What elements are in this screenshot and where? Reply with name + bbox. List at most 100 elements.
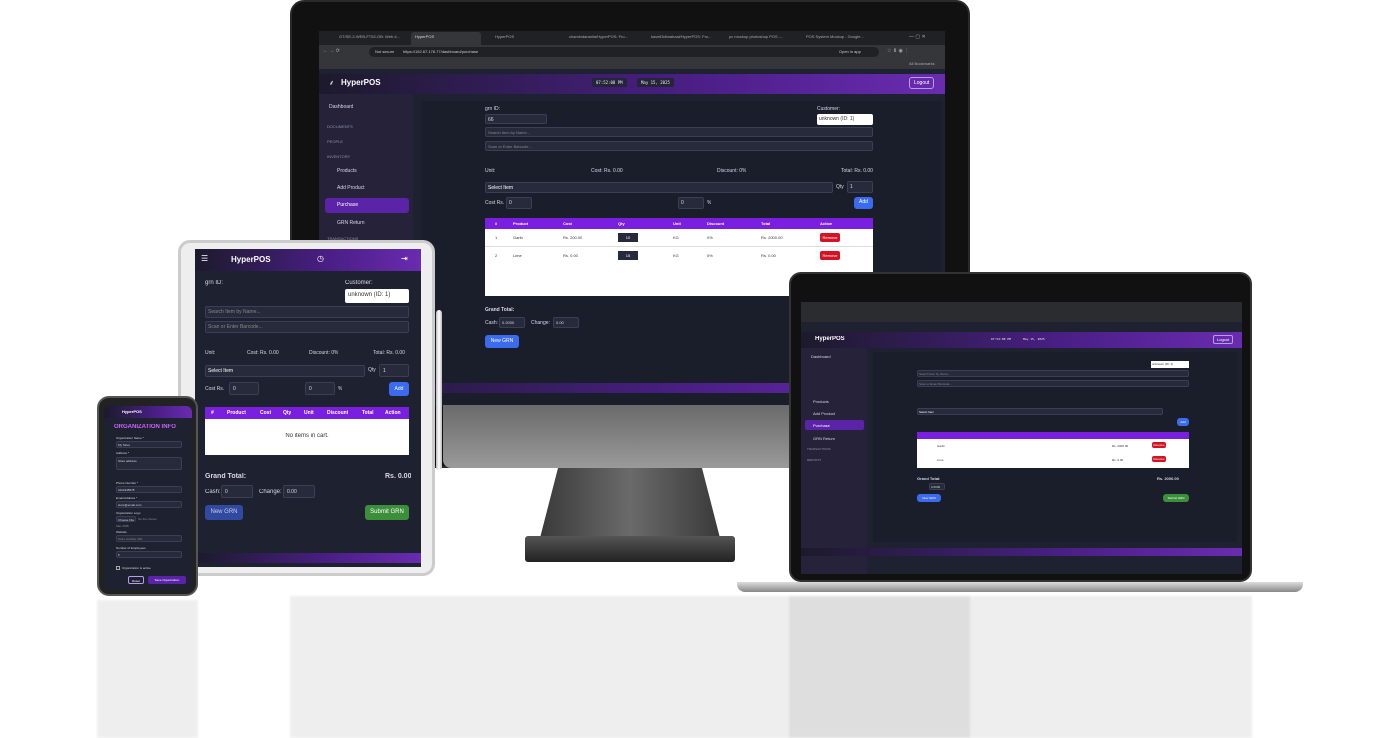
tablet-barcode-input[interactable]: Scan or Enter Barcode... <box>205 321 409 333</box>
logout-icon[interactable]: ⇥ <box>401 254 408 263</box>
grn-id-input[interactable]: 66 <box>485 114 547 124</box>
laptop-grand-total-label: Grand Total: <box>917 476 941 481</box>
laptop-sidebar-products[interactable]: Products <box>813 399 829 404</box>
tablet-submit-grn-button[interactable]: Submit GRN <box>365 505 409 520</box>
tablet-cost-rs-input[interactable]: 0 <box>229 382 259 395</box>
phone-save-button[interactable]: Save Organization <box>148 576 186 584</box>
browser-tab[interactable]: GT/SE-2-WEB-FT52-OB: Web d... <box>339 34 409 39</box>
laptop-submit-grn-button[interactable]: Submit GRN <box>1163 494 1189 502</box>
change-input[interactable]: 0.00 <box>553 317 579 328</box>
phone-employees-input[interactable]: 5 <box>116 551 182 558</box>
browser-tab[interactable]: kaveli3dimabaal/HyperPOS: Fro... <box>651 34 721 39</box>
laptop-barcode[interactable]: Scan or Enter Barcode... <box>917 380 1189 387</box>
laptop-sidebar-purchase[interactable]: Purchase <box>805 420 864 430</box>
customer-select[interactable]: unknown (ID: 1) <box>817 114 873 125</box>
phone-email-input[interactable]: store@email.com <box>116 501 182 508</box>
phone-org-name-label: Organization Name * <box>116 436 144 440</box>
browser-tab-active[interactable]: HyperPOS <box>411 32 481 45</box>
discount-label: Discount: 0% <box>717 168 747 174</box>
tablet-discount-input[interactable]: 0 <box>305 382 335 395</box>
browser-tab[interactable]: pc mockup photoshop POS -... <box>729 34 799 39</box>
clock-icon[interactable]: ◷ <box>317 254 324 263</box>
laptop-sidebar-add-product[interactable]: Add Product <box>813 411 835 416</box>
laptop-search[interactable]: Search Item by Name... <box>917 370 1189 377</box>
cash-input[interactable]: 0.2000 <box>499 317 525 328</box>
sidebar-item-products[interactable]: Products <box>337 168 357 174</box>
tablet-customer-select[interactable]: unknown (ID: 1) <box>345 289 409 303</box>
sidebar-item-dashboard[interactable]: Dashboard <box>329 104 353 110</box>
toolbar-icons[interactable]: ☆ ⬇ ◉ ⋮ <box>887 48 909 54</box>
add-button[interactable]: Add <box>854 197 873 209</box>
tablet-new-grn-button[interactable]: New GRN <box>205 505 243 520</box>
new-grn-button[interactable]: New GRN <box>485 335 519 348</box>
discount-input[interactable]: 0 <box>678 197 704 209</box>
phone-email-label: Email Address * <box>116 496 138 500</box>
laptop-sidebar-transactions[interactable]: TRANSACTIONS <box>807 447 831 451</box>
laptop-new-grn-button[interactable]: New GRN <box>917 494 941 502</box>
open-in-app[interactable]: Open in app <box>839 49 861 54</box>
laptop-sidebar-grn-return[interactable]: GRN Return <box>813 436 835 441</box>
browser-tabbar: GT/SE-2-WEB-FT52-OB: Web d... HyperPOS H… <box>319 31 945 45</box>
laptop-app-name: HyperPOS <box>815 336 845 342</box>
sidebar-section-people[interactable]: PEOPLE <box>327 139 343 144</box>
laptop-remove-button[interactable]: Remove <box>1152 442 1166 448</box>
qty-input[interactable]: 10 <box>618 233 638 242</box>
barcode-input[interactable]: Scan or Enter Barcode... <box>485 141 873 151</box>
laptop-customer[interactable]: unknown (ID: 1) <box>1151 361 1189 368</box>
remove-button[interactable]: Remove <box>820 251 840 260</box>
tablet: ☰ HyperPOS ◷ ⇥ grn ID: Customer: unknown… <box>178 240 435 576</box>
laptop-sidebar-dashboard[interactable]: Dashboard <box>811 354 831 359</box>
tablet-add-button[interactable]: Add <box>389 382 409 396</box>
phone-phone-input[interactable]: 0112345678 <box>116 486 182 493</box>
window-controls[interactable]: — ▢ ✕ <box>909 34 943 40</box>
laptop-logout-button[interactable]: Logout <box>1213 335 1234 344</box>
phone-header: HyperPOS <box>104 406 192 418</box>
all-bookmarks[interactable]: All Bookmarks <box>909 61 935 66</box>
sidebar-item-grn-return[interactable]: GRN Return <box>337 220 365 226</box>
floor-reflection <box>789 596 1252 738</box>
tablet-item-select[interactable]: Select Item <box>205 365 365 377</box>
phone-active-checkbox[interactable] <box>116 566 120 570</box>
phone-logo-label: Organization Logo <box>116 511 141 515</box>
menu-icon[interactable]: ☰ <box>201 254 208 263</box>
laptop-item-select[interactable]: Select Item <box>917 408 1163 415</box>
laptop-add-button[interactable]: Add <box>1177 418 1189 426</box>
tablet-change-input[interactable]: 0.00 <box>283 485 315 498</box>
phone-address-input[interactable]: Store address <box>116 457 182 470</box>
laptop-cash-input[interactable]: 0.0000 <box>929 483 945 490</box>
tablet-cash-input[interactable]: 0 <box>221 485 253 498</box>
browser-tab[interactable]: POS System Mockup - Google... <box>806 34 876 39</box>
percent-label: % <box>707 200 712 206</box>
laptop-remove-button[interactable]: Remove <box>1152 456 1166 462</box>
cell-discount: 0% <box>707 235 713 240</box>
phone-choose-file-button[interactable]: Choose File <box>116 516 136 522</box>
tablet-search-input[interactable]: Search Item by Name... <box>205 306 409 318</box>
remove-button[interactable]: Remove <box>820 233 840 242</box>
url-bar[interactable]: Not secure https://152.67.178.77/dashboa… <box>369 47 879 57</box>
tablet-change-label: Change: <box>259 489 282 495</box>
tablet-cash-label: Cash: <box>205 489 221 495</box>
phone-reset-button[interactable]: Reset <box>128 576 144 584</box>
tablet-qty-input[interactable]: 1 <box>379 364 409 377</box>
sidebar-item-add-product[interactable]: Add Product <box>337 185 365 191</box>
tablet-cost-label: Cost: Rs. 0.00 <box>247 350 279 356</box>
item-select[interactable]: Select Item <box>485 182 833 193</box>
laptop-header: HyperPOS 07:52:08 PM May 15, 2025 Logout <box>801 332 1242 348</box>
browser-tab[interactable]: chamindaranila/HyperPOS: Fro... <box>569 34 639 39</box>
laptop-cell-total: Rs. 2000.00 <box>1112 444 1129 448</box>
phone-website-input[interactable]: Store website URL <box>116 535 182 542</box>
cost-rs-input[interactable]: 0 <box>506 197 532 209</box>
laptop-cell-total: Rs. 0.00 <box>1112 458 1124 462</box>
qty-input[interactable]: 1 <box>847 181 873 193</box>
sidebar-section-inventory[interactable]: INVENTORY <box>327 154 350 159</box>
phone-org-name-input[interactable]: My Store <box>116 441 182 448</box>
tablet-unit-label: Unit: <box>205 350 216 356</box>
sidebar-section-documents[interactable]: DOCUMENTS <box>327 124 353 129</box>
nav-arrows-icon[interactable]: ← → ⟳ <box>323 48 340 54</box>
logout-button[interactable]: Logout <box>909 77 935 89</box>
laptop-sidebar-reports[interactable]: REPORTS <box>807 458 821 462</box>
browser-tab[interactable]: HyperPOS <box>495 34 565 39</box>
floor-reflection <box>97 600 198 738</box>
search-input[interactable]: Search Item by Name... <box>485 127 873 137</box>
qty-input[interactable]: 15 <box>618 251 638 260</box>
